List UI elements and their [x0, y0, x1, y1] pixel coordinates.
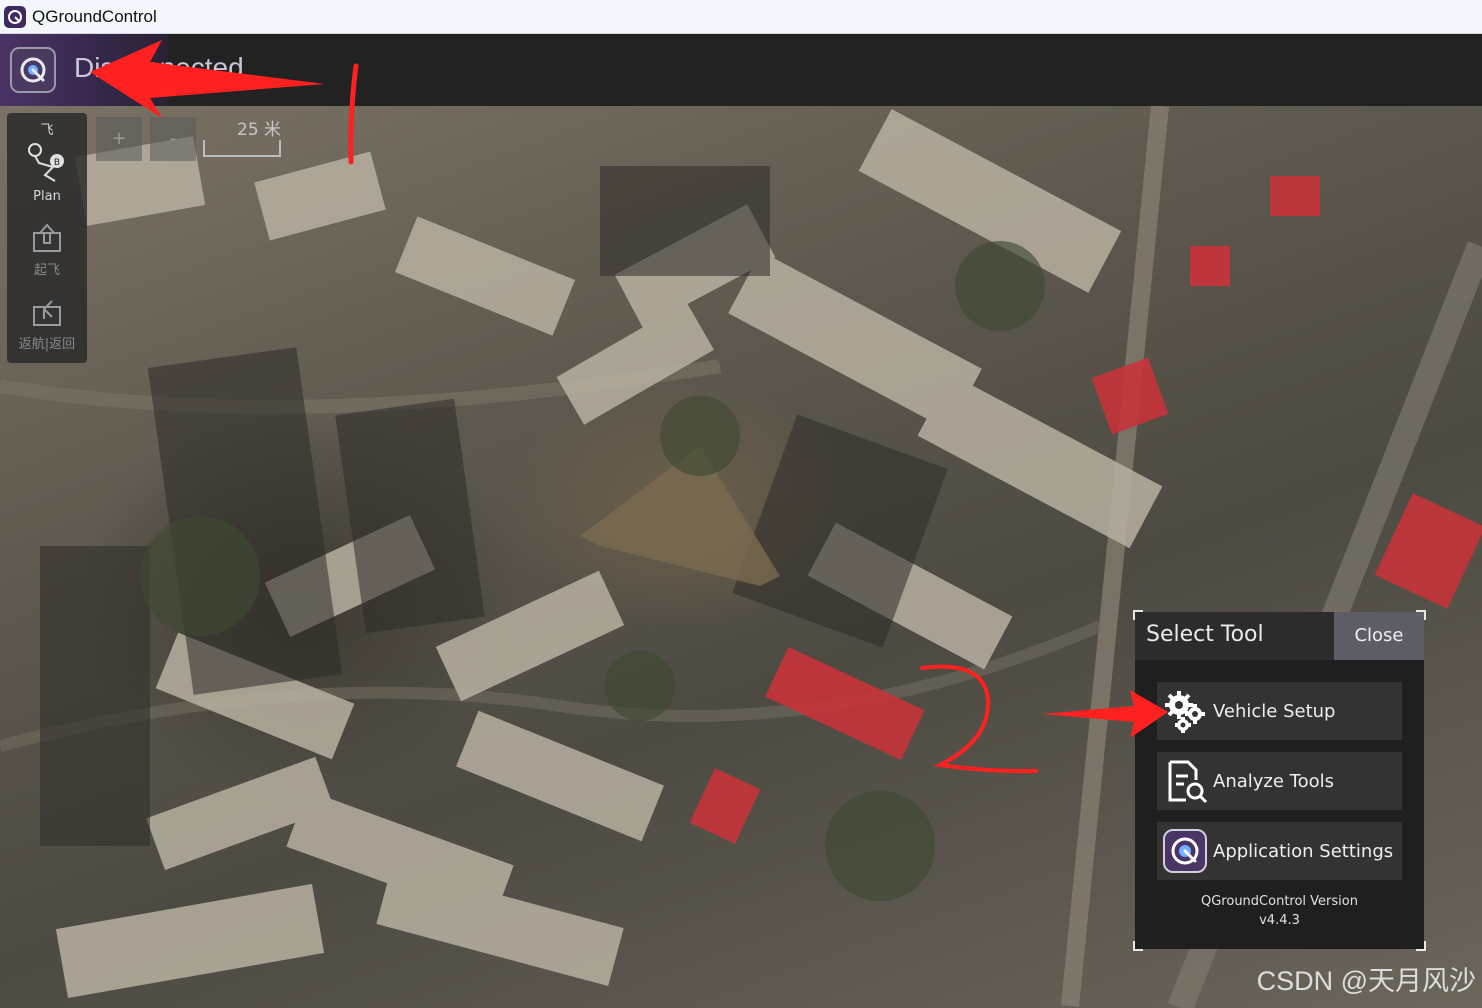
close-button[interactable]: Close [1334, 612, 1424, 660]
application-settings-label: Application Settings [1213, 840, 1394, 862]
select-tool-dialog: Select Tool Close Vehicle Setup Analyze … [1133, 610, 1426, 951]
csdn-watermark: CSDN @天月风沙 [1256, 966, 1476, 996]
takeoff-icon [33, 223, 61, 252]
qgc-logo-icon [10, 47, 56, 93]
qgc-menu-button[interactable]: Disconnected [0, 34, 244, 106]
window-titlebar: QGroundControl [0, 0, 1482, 34]
window-title: QGroundControl [32, 6, 157, 26]
vehicle-setup-label: Vehicle Setup [1213, 700, 1336, 722]
analyze-tools-button[interactable]: Analyze Tools [1157, 752, 1402, 810]
main-toolbar: Disconnected [0, 34, 1482, 106]
plan-route-icon: B [28, 143, 64, 182]
dialog-title: Select Tool [1146, 622, 1264, 647]
toolstrip-plan-item[interactable]: B Plan [7, 141, 87, 204]
dialog-header: Select Tool Close [1135, 612, 1424, 660]
corner-marker [1416, 941, 1426, 951]
toolstrip-fly-item[interactable]: 飞 [7, 119, 87, 138]
fly-toolstrip: 飞 B Plan 起飞 返航|返回 [7, 113, 87, 363]
vehicle-setup-button[interactable]: Vehicle Setup [1157, 682, 1402, 740]
map-scale-bar [203, 140, 281, 157]
return-home-icon [33, 300, 61, 326]
version-number: v4.4.3 [1259, 913, 1300, 928]
toolstrip-takeoff-label: 起飞 [33, 263, 60, 278]
zoom-out-button[interactable]: - [150, 117, 196, 161]
gears-icon [1157, 682, 1213, 740]
version-caption: QGroundControl Version [1201, 894, 1358, 909]
connection-status: Disconnected [74, 52, 244, 83]
toolstrip-rtl-item[interactable]: 返航|返回 [7, 295, 87, 352]
analyze-tools-label: Analyze Tools [1213, 770, 1334, 792]
toolstrip-plan-label: Plan [33, 189, 61, 204]
qgc-logo-icon [1157, 822, 1213, 880]
toolstrip-rtl-label: 返航|返回 [18, 337, 76, 352]
application-settings-button[interactable]: Application Settings [1157, 822, 1402, 880]
qgc-logo-icon [4, 5, 26, 28]
toolstrip-fly-label: 飞 [40, 123, 54, 138]
corner-marker [1133, 941, 1143, 951]
zoom-in-button[interactable]: + [96, 117, 142, 161]
map-scale-label: 25 米 [237, 120, 282, 140]
toolstrip-takeoff-item[interactable]: 起飞 [7, 221, 87, 278]
document-search-icon [1157, 752, 1213, 810]
